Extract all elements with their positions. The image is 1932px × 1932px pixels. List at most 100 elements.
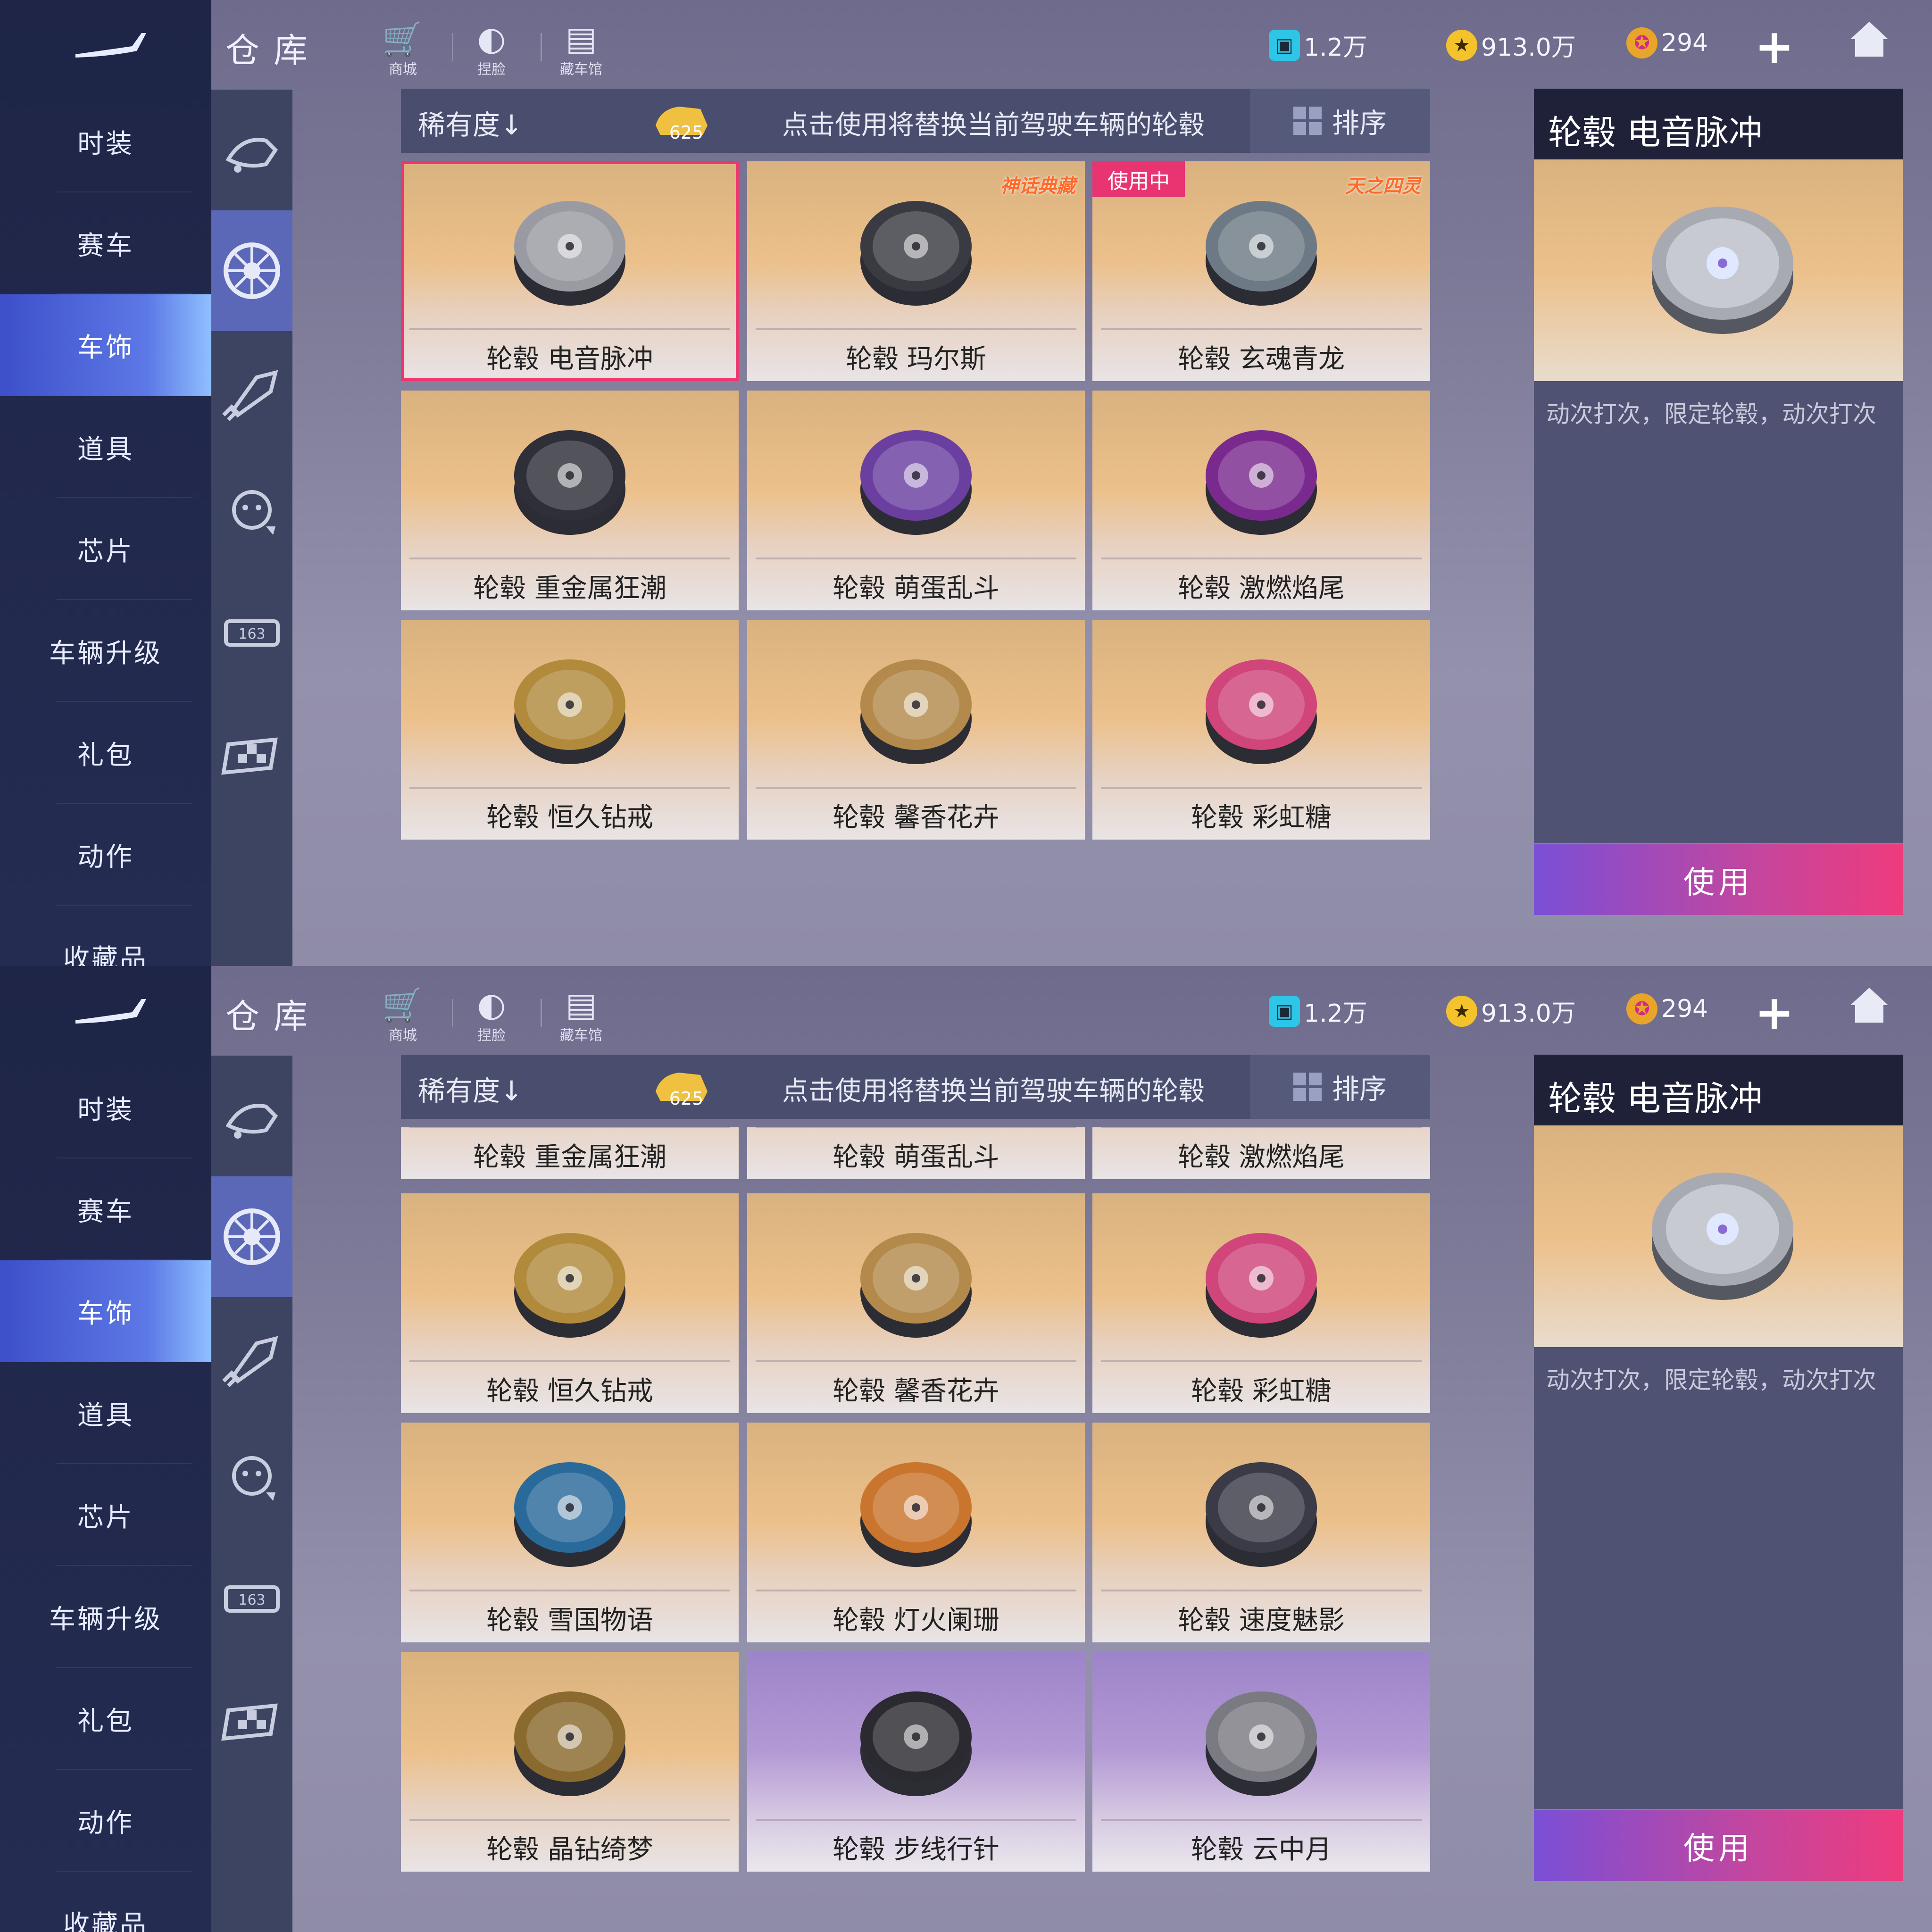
nav-item-actions[interactable]: 动作 (0, 1770, 211, 1872)
shop-button[interactable]: 🛒 商城 (375, 20, 431, 78)
garage-button[interactable]: ▤ 藏车馆 (553, 986, 609, 1044)
wheel-item-card[interactable]: 轮毂 玛尔斯 神话典藏 (747, 161, 1085, 381)
item-name: 轮毂 彩虹糖 (1191, 802, 1332, 833)
wheel-item-card[interactable]: 轮毂 云中月 (1092, 1652, 1430, 1872)
nav-item-props[interactable]: 道具 (0, 396, 211, 498)
detail-description: 动次打次，限定轮毂，动次打次 (1546, 400, 1876, 428)
use-button[interactable]: 使用 (1534, 844, 1903, 915)
wheel-item-card[interactable]: 轮毂 玄魂青龙 使用中 天之四灵 (1092, 161, 1430, 381)
wheel-item-card[interactable]: 轮毂 晶钻绮梦 (401, 1652, 739, 1872)
coin-currency: ★ 913.0万 (1446, 27, 1576, 63)
nav-item-accessories[interactable]: 车饰 (0, 294, 211, 396)
sub-tab-pet[interactable] (211, 452, 292, 573)
nav-item-cars[interactable]: 赛车 (0, 1158, 211, 1260)
home-icon[interactable] (1848, 18, 1890, 60)
nav-item-packs[interactable]: 礼包 (0, 702, 211, 804)
game-logo-icon (75, 999, 146, 1024)
wheel-icon (1206, 659, 1317, 764)
rarity-sort[interactable]: 稀有度↓ (418, 1069, 523, 1108)
screen-top: 时装 赛车 车饰 道具 芯片 车辆升级 礼包 动作 收藏品 163 仓库 🛒 商城… (0, 0, 1932, 966)
wheel-item-card[interactable]: 轮毂 彩虹糖 (1092, 620, 1430, 840)
face-button[interactable]: ◐ 捏脸 (463, 986, 520, 1044)
nav-item-collection[interactable]: 收藏品 (0, 906, 211, 966)
nav-item-collection[interactable]: 收藏品 (0, 1872, 211, 1932)
nav-item-fashion[interactable]: 时装 (0, 91, 211, 192)
wheel-item-card[interactable]: 轮毂 速度魅影 (1092, 1423, 1430, 1642)
sub-tab-exhaust[interactable] (211, 1297, 292, 1418)
nav-item-chips[interactable]: 芯片 (0, 1464, 211, 1566)
wheel-item-card[interactable]: 轮毂 馨香花卉 (747, 1193, 1085, 1413)
grid-icon (1293, 107, 1322, 135)
wheel-item-card[interactable]: 轮毂 雪国物语 (401, 1423, 739, 1642)
wheel-item-card[interactable]: 轮毂 激燃焰尾 (1092, 391, 1430, 610)
left-nav: 时装 赛车 车饰 道具 芯片 车辆升级 礼包 动作 收藏品 (0, 0, 211, 966)
divider (756, 328, 1076, 330)
item-name: 轮毂 速度魅影 (1178, 1605, 1345, 1636)
sub-category-column: 163 (211, 1056, 292, 1932)
wheel-item-card[interactable]: 轮毂 馨香花卉 (747, 620, 1085, 840)
sub-tab-wheel[interactable] (211, 1176, 292, 1297)
sub-tab-wheel[interactable] (211, 210, 292, 331)
nav-item-upgrade[interactable]: 车辆升级 (0, 1566, 211, 1668)
garage-button[interactable]: ▤ 藏车馆 (553, 19, 609, 78)
sub-tab-plate[interactable]: 163 (211, 573, 292, 693)
in-use-tag: 使用中 (1092, 161, 1185, 197)
rarity-sort[interactable]: 稀有度↓ (418, 103, 523, 142)
add-currency-button[interactable]: + (1755, 985, 1794, 1040)
sub-tab-flag[interactable] (211, 693, 292, 814)
exhaust-icon (222, 1336, 278, 1387)
license-plate-icon: 163 (224, 619, 280, 647)
divider (756, 1360, 1076, 1362)
wheel-item-card[interactable]: 轮毂 电音脉冲 (401, 161, 739, 381)
wheel-item-card[interactable]: 轮毂 恒久钻戒 (401, 1193, 739, 1413)
wheel-icon (514, 201, 625, 306)
detail-title: 轮毂 电音脉冲 (1534, 1055, 1903, 1125)
left-nav: 时装 赛车 车饰 道具 芯片 车辆升级 礼包 动作 收藏品 (0, 966, 211, 1932)
wheel-icon (224, 242, 280, 299)
face-button[interactable]: ◐ 捏脸 (463, 20, 520, 78)
sub-tab-spray[interactable] (211, 1056, 292, 1176)
sub-tab-pet[interactable] (211, 1418, 292, 1539)
nav-item-accessories[interactable]: 车饰 (0, 1260, 211, 1362)
series-badge: 神话典藏 (1000, 175, 1075, 197)
sub-tab-spray[interactable] (211, 90, 292, 210)
divider (1101, 1590, 1422, 1591)
wheel-item-card[interactable]: 轮毂 萌蛋乱斗 (747, 1127, 1085, 1179)
wheel-item-card[interactable]: 轮毂 重金属狂潮 (401, 391, 739, 610)
nav-item-actions[interactable]: 动作 (0, 804, 211, 906)
ticket-icon: ▣ (1269, 29, 1300, 61)
wheel-preview-icon (1652, 1173, 1793, 1300)
wheel-item-card[interactable]: 轮毂 激燃焰尾 (1092, 1127, 1430, 1179)
nav-label: 道具 (77, 1400, 134, 1431)
shop-button[interactable]: 🛒 商城 (375, 986, 431, 1044)
sort-button[interactable]: 排序 (1250, 1055, 1430, 1119)
add-currency-button[interactable]: + (1755, 19, 1794, 74)
nav-item-upgrade[interactable]: 车辆升级 (0, 600, 211, 702)
grid-icon (1293, 1073, 1322, 1101)
item-name: 轮毂 玛尔斯 (846, 344, 986, 375)
nav-item-cars[interactable]: 赛车 (0, 192, 211, 294)
item-name: 轮毂 激燃焰尾 (1178, 1142, 1345, 1173)
nav-label: 时装 (77, 1094, 134, 1125)
garage-icon: ▤ (565, 19, 597, 58)
item-name: 轮毂 灯火阑珊 (833, 1605, 999, 1636)
coin-icon: ★ (1446, 995, 1477, 1027)
wheel-item-card[interactable]: 轮毂 重金属狂潮 (401, 1127, 739, 1179)
use-button[interactable]: 使用 (1534, 1810, 1903, 1881)
item-name: 轮毂 彩虹糖 (1191, 1376, 1332, 1407)
nav-item-packs[interactable]: 礼包 (0, 1668, 211, 1770)
wheel-item-card[interactable]: 轮毂 萌蛋乱斗 (747, 391, 1085, 610)
wheel-preview-icon (1652, 207, 1793, 334)
wheel-item-card[interactable]: 轮毂 彩虹糖 (1092, 1193, 1430, 1413)
nav-item-props[interactable]: 道具 (0, 1362, 211, 1464)
wheel-item-card[interactable]: 轮毂 灯火阑珊 (747, 1423, 1085, 1642)
nav-item-fashion[interactable]: 时装 (0, 1057, 211, 1158)
sub-tab-flag[interactable] (211, 1659, 292, 1780)
wheel-item-card[interactable]: 轮毂 恒久钻戒 (401, 620, 739, 840)
nav-item-chips[interactable]: 芯片 (0, 498, 211, 600)
sub-tab-exhaust[interactable] (211, 331, 292, 452)
sub-tab-plate[interactable]: 163 (211, 1539, 292, 1659)
wheel-item-card[interactable]: 轮毂 步线行针 (747, 1652, 1085, 1872)
home-icon[interactable] (1848, 984, 1890, 1026)
sort-button[interactable]: 排序 (1250, 89, 1430, 153)
